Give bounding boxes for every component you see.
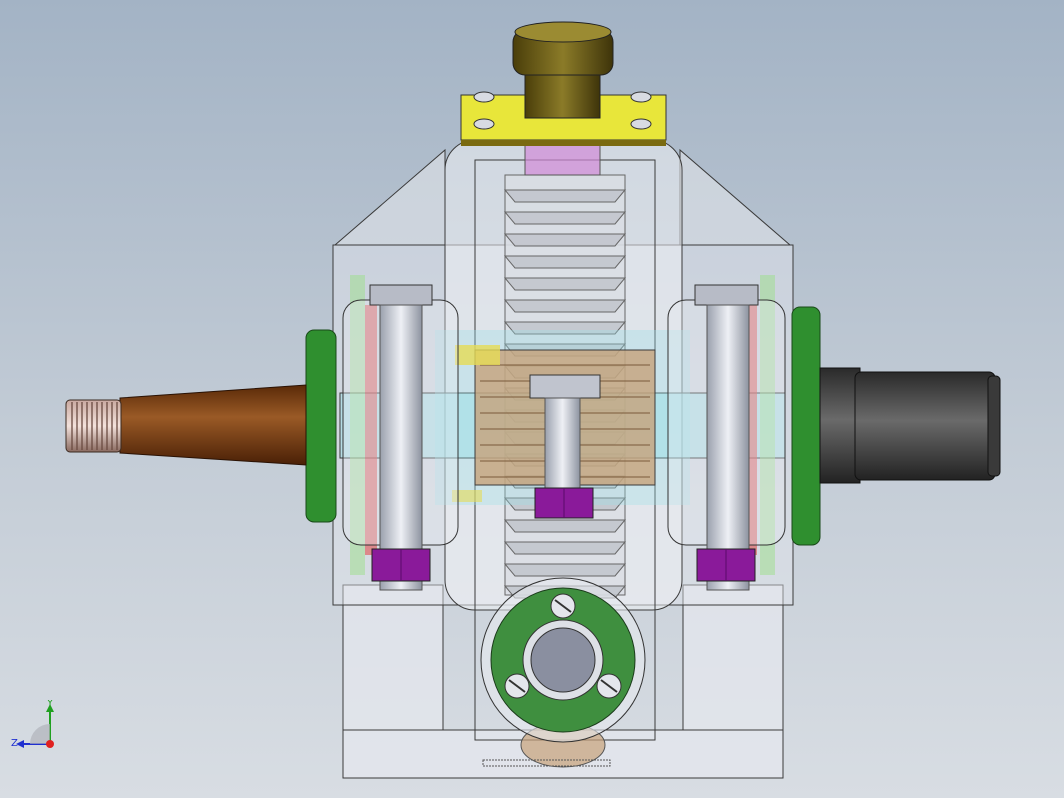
cover-screw-1 xyxy=(473,91,495,103)
worm-tooth xyxy=(503,189,627,203)
left-foot xyxy=(342,584,444,731)
cover-screw-2 xyxy=(473,118,495,130)
right-rib xyxy=(679,148,792,246)
shaft-thread xyxy=(65,399,122,453)
input-shaft-left xyxy=(65,384,307,466)
flange-right xyxy=(791,306,821,546)
worm-tooth xyxy=(503,541,627,555)
cover-screw-3 xyxy=(630,91,652,103)
worm-tooth xyxy=(503,233,627,247)
view-orientation-triad[interactable]: Y Z xyxy=(8,700,68,760)
triad-x-axis-dot xyxy=(46,740,54,748)
worm-tooth xyxy=(503,563,627,577)
cover-screw-a xyxy=(550,593,576,619)
oil-cap xyxy=(512,21,614,119)
top-bushing xyxy=(524,144,601,176)
worm-tooth xyxy=(503,277,627,291)
triad-y-label: Y xyxy=(46,700,54,709)
cover-screw-b xyxy=(504,673,530,699)
bore xyxy=(530,627,596,693)
left-rib xyxy=(333,148,446,246)
worm-tooth xyxy=(503,255,627,269)
right-foot xyxy=(682,584,784,731)
worm-tooth xyxy=(503,299,627,313)
flange-left xyxy=(305,329,337,523)
worm-tooth xyxy=(503,519,627,533)
cover-screw-4 xyxy=(630,118,652,130)
cover-screw-c xyxy=(596,673,622,699)
cad-viewport[interactable] xyxy=(0,0,1064,798)
worm-tooth xyxy=(503,211,627,225)
yellow-spacer-left xyxy=(455,345,500,365)
output-shaft-right xyxy=(819,367,1001,484)
triad-z-label: Z xyxy=(11,738,18,749)
